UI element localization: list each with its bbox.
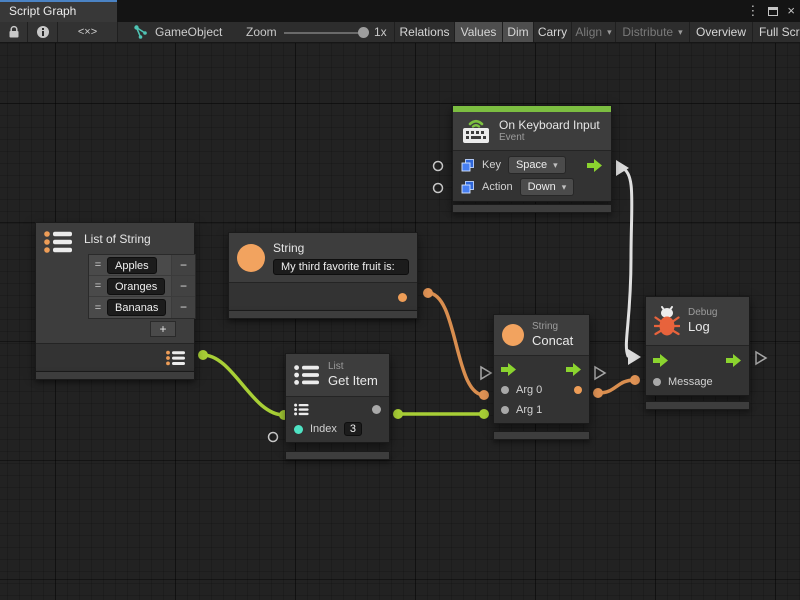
code-view-button[interactable]: <×> — [58, 22, 118, 42]
overview-button[interactable]: Overview — [689, 22, 752, 42]
message-label: Message — [668, 376, 713, 388]
carry-button[interactable]: Carry — [533, 22, 571, 42]
node-category: Debug — [688, 307, 717, 319]
list-icon-orange — [44, 230, 74, 254]
drag-handle[interactable]: = — [89, 259, 107, 271]
node-subtitle: Event — [499, 132, 600, 144]
index-port-dot[interactable] — [294, 425, 303, 434]
graph-toolbar: <×> GameObject Zoom 1x Relations Values … — [0, 22, 800, 43]
trigger-in-arrow-icon[interactable] — [501, 363, 517, 376]
arg1-port-dot[interactable] — [501, 406, 509, 414]
distribute-button[interactable]: Distribute▾ — [615, 22, 689, 42]
node-footer — [645, 401, 750, 410]
key-port-label: Key — [482, 159, 501, 171]
arg1-label: Arg 1 — [516, 404, 542, 416]
zoom-label: Zoom — [246, 22, 277, 42]
list-item-field[interactable]: Apples — [107, 257, 157, 274]
script-graph-window: Script Graph ⋮ × <×> — [0, 0, 800, 600]
enum-icon — [461, 181, 475, 194]
list-icon-white — [294, 364, 320, 386]
lock-icon — [8, 25, 20, 39]
zoom-slider-track[interactable] — [284, 32, 360, 34]
lock-button[interactable] — [0, 22, 28, 42]
remove-item-button[interactable]: − — [171, 255, 195, 275]
string-type-icon — [502, 324, 524, 346]
node-list-of-string[interactable]: List of String = Apples − = Oranges − = … — [35, 222, 195, 372]
dropdown-arrow-icon: ▾ — [607, 27, 612, 38]
remove-item-button[interactable]: − — [171, 297, 195, 318]
info-icon — [36, 25, 50, 39]
list-item-row: = Apples − — [89, 255, 195, 276]
node-category: String — [532, 321, 573, 333]
dropdown-arrow-icon: ▾ — [553, 160, 558, 171]
window-menu-icon[interactable]: ⋮ — [746, 0, 759, 22]
node-concat[interactable]: String Concat Arg 0 Arg 1 — [493, 314, 590, 424]
list-item-field[interactable]: Oranges — [107, 278, 165, 295]
list-item-field[interactable]: Bananas — [107, 299, 166, 316]
tab-script-graph[interactable]: Script Graph — [0, 0, 117, 22]
trigger-out-arrow-icon[interactable] — [726, 354, 742, 367]
node-footer — [35, 371, 195, 380]
fullscreen-button[interactable]: Full Scre — [752, 22, 800, 42]
node-string-literal[interactable]: String My third favorite fruit is: — [228, 232, 418, 313]
node-title: List of String — [84, 230, 151, 246]
node-debug-log[interactable]: Debug Log Message — [645, 296, 750, 396]
gameobject-icon — [132, 22, 150, 42]
node-title: Log — [688, 319, 717, 335]
index-value-field[interactable]: 3 — [344, 422, 362, 436]
keyboard-icon — [461, 117, 491, 145]
node-on-keyboard-input[interactable]: On Keyboard Input Event Key Space ▾ — [452, 105, 612, 202]
close-icon[interactable]: × — [787, 0, 795, 22]
trigger-out-arrow-icon[interactable] — [566, 363, 582, 376]
node-footer — [228, 310, 418, 319]
zoom-slider-knob[interactable] — [358, 27, 369, 38]
dropdown-arrow-icon: ▾ — [678, 27, 683, 38]
list-input-port[interactable] — [294, 403, 309, 416]
dim-button[interactable]: Dim — [502, 22, 533, 42]
arg0-label: Arg 0 — [516, 384, 542, 396]
info-button[interactable] — [28, 22, 58, 42]
add-item-button[interactable]: + — [150, 321, 176, 337]
relations-button[interactable]: Relations — [394, 22, 454, 42]
title-bar: Script Graph ⋮ × — [0, 0, 800, 22]
dropdown-arrow-icon: ▾ — [562, 182, 567, 193]
action-dropdown[interactable]: Down ▾ — [520, 178, 575, 196]
item-output-port[interactable] — [372, 405, 381, 414]
node-footer — [493, 431, 590, 440]
result-output-port[interactable] — [574, 386, 582, 394]
action-port-label: Action — [482, 181, 513, 193]
list-editor: = Apples − = Oranges − = Bananas − — [88, 254, 196, 319]
arg0-port-dot[interactable] — [501, 386, 509, 394]
gameobject-target-label[interactable]: GameObject — [155, 22, 222, 42]
drag-handle[interactable]: = — [89, 302, 107, 314]
node-title: On Keyboard Input — [499, 118, 600, 132]
list-item-row: = Oranges − — [89, 276, 195, 297]
values-button[interactable]: Values — [454, 22, 502, 42]
zoom-value: 1x — [374, 22, 387, 42]
remove-item-button[interactable]: − — [171, 276, 195, 296]
list-output-port[interactable] — [166, 350, 186, 366]
drag-handle[interactable]: = — [89, 280, 107, 292]
list-item-row: = Bananas − — [89, 297, 195, 318]
string-output-port[interactable] — [398, 293, 407, 302]
trigger-in-arrow-icon[interactable] — [653, 354, 669, 367]
enum-icon — [461, 159, 475, 172]
node-footer — [285, 451, 390, 460]
node-title: String — [273, 241, 409, 255]
bug-icon — [654, 304, 680, 338]
trigger-arrow-icon[interactable] — [587, 159, 603, 172]
maximize-icon[interactable] — [768, 7, 778, 16]
key-dropdown[interactable]: Space ▾ — [508, 156, 566, 174]
message-port-dot[interactable] — [653, 378, 661, 386]
index-label: Index — [310, 423, 337, 435]
align-button[interactable]: Align▾ — [571, 22, 615, 42]
node-title: Get Item — [328, 373, 378, 389]
node-title: Concat — [532, 333, 573, 349]
string-type-icon — [237, 244, 265, 272]
node-footer — [452, 204, 612, 213]
node-get-item[interactable]: List Get Item Index 3 — [285, 353, 390, 443]
node-category: List — [328, 361, 378, 373]
string-value-field[interactable]: My third favorite fruit is: — [273, 259, 409, 275]
